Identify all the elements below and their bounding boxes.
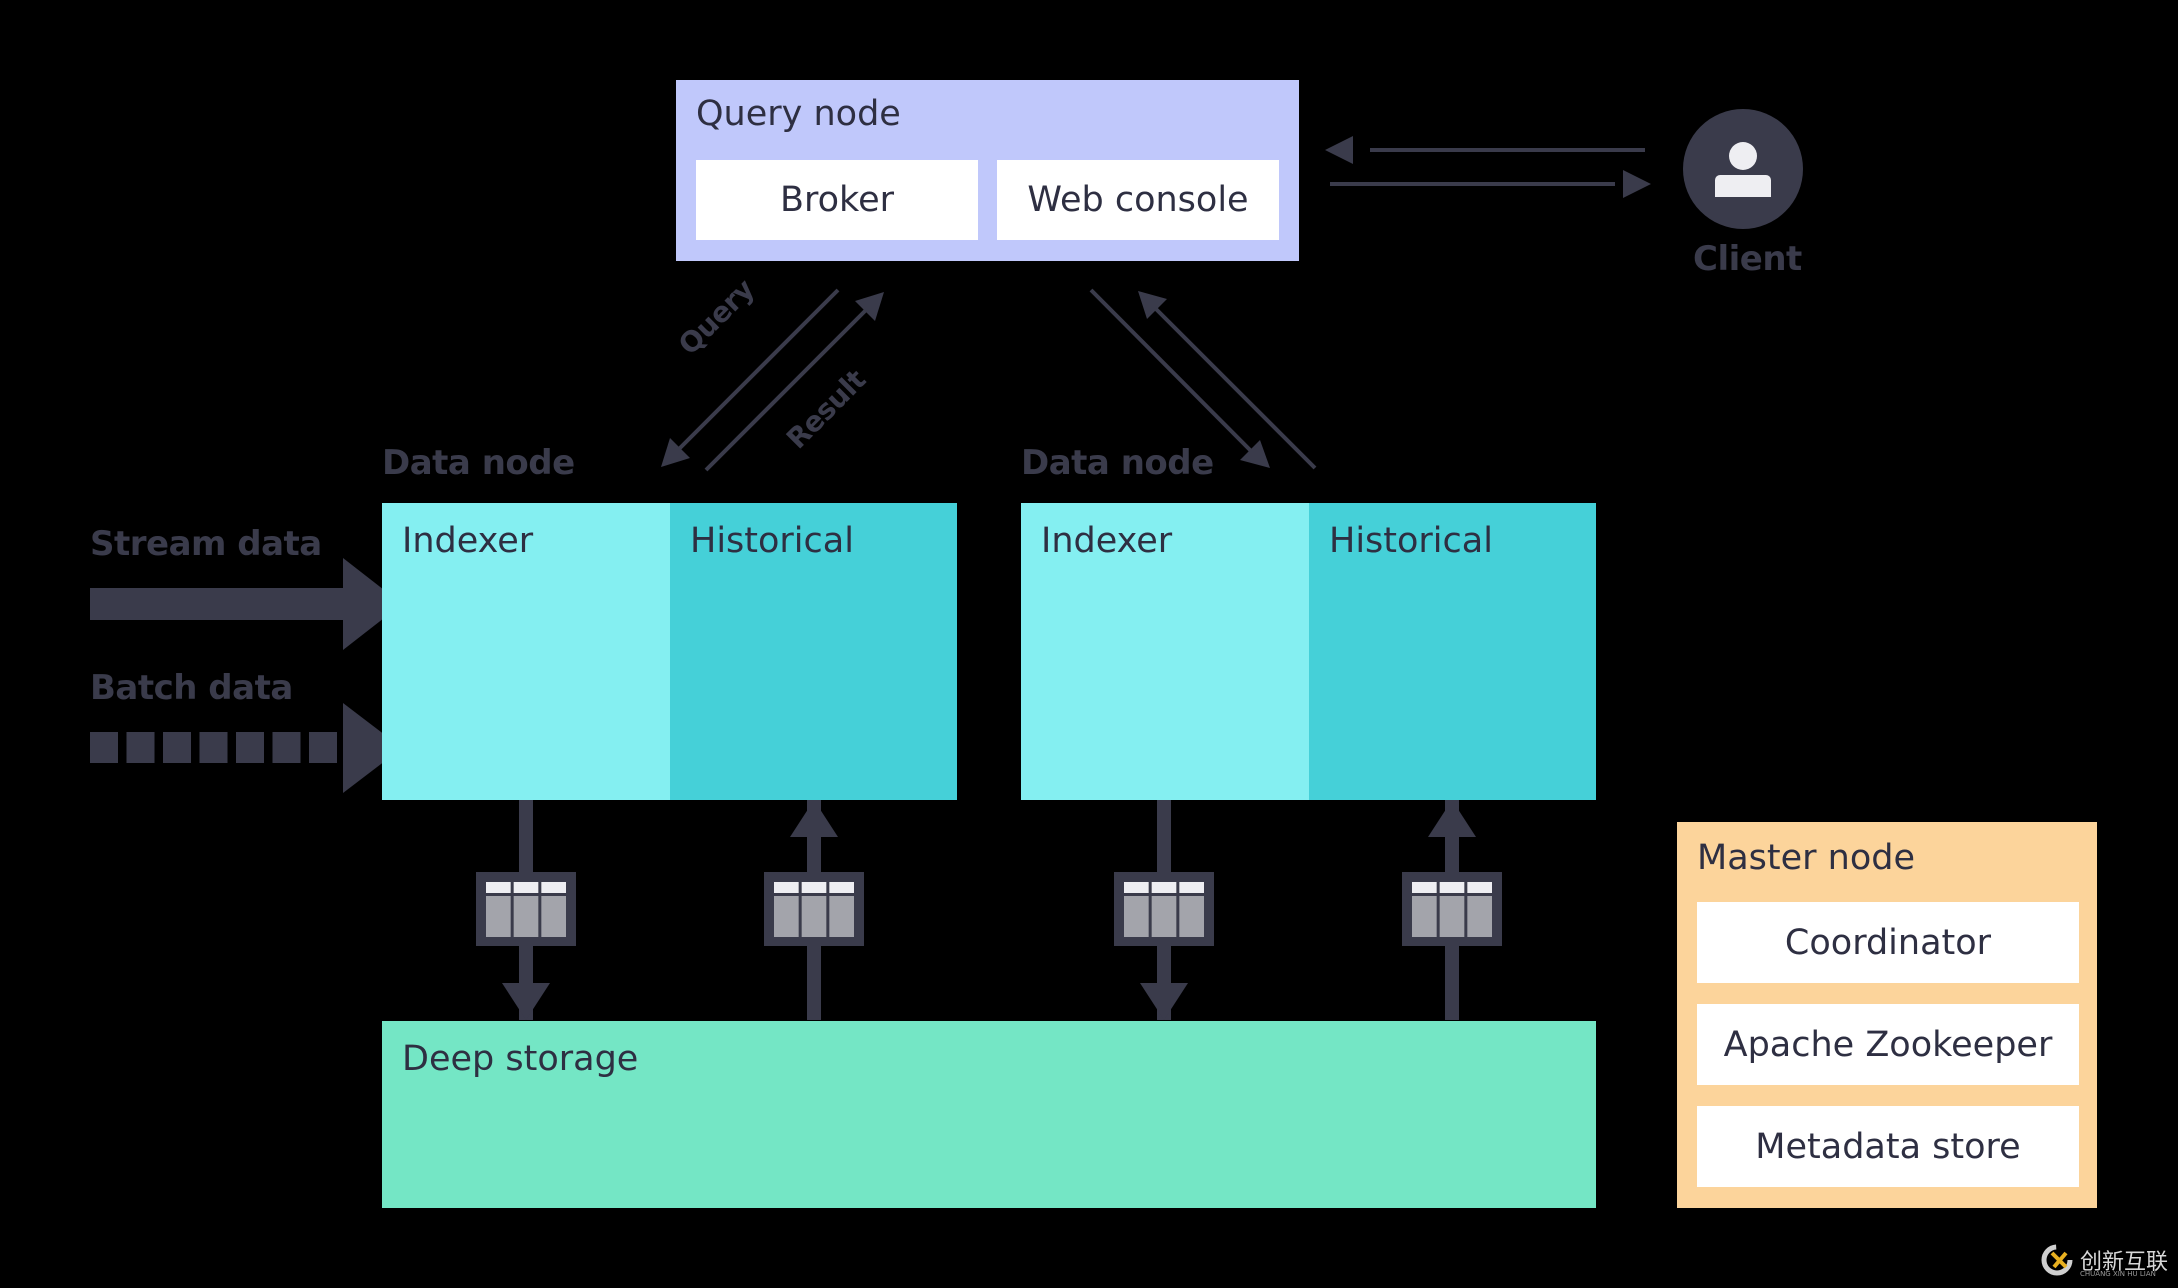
handoff-segment-header	[513, 882, 539, 893]
handoff-segment-header	[541, 882, 566, 893]
handoff-segment-header	[774, 882, 799, 893]
publish-arrowhead	[502, 983, 550, 1020]
user-icon	[1715, 142, 1771, 197]
data-node-2-historical: Historical	[1309, 503, 1596, 800]
query-arrow-2-line	[1089, 288, 1257, 457]
handoff-segment-column	[1467, 896, 1492, 937]
batch-data-block	[199, 732, 228, 763]
query-to-client-arrowhead	[1623, 170, 1651, 198]
data-node-2-indexer: Indexer	[1021, 503, 1309, 800]
indexer-title: Indexer	[1041, 521, 1173, 561]
handoff-segment-column	[1124, 896, 1149, 937]
handoff-segment-column	[829, 896, 854, 937]
handoff-segment-header	[829, 882, 854, 893]
data-node-1-indexer: Indexer	[382, 503, 670, 800]
handoff-segment-header	[1467, 882, 1492, 893]
indexer-title: Indexer	[402, 521, 534, 561]
master-node: Master node Coordinator Apache Zookeeper…	[1677, 822, 2097, 1208]
batch-data-block	[272, 732, 301, 763]
batch-data-label: Batch data	[90, 668, 293, 708]
watermark-subtext: CHUANG XIN HU LIAN	[2080, 1270, 2156, 1278]
zookeeper-box: Apache Zookeeper	[1697, 1004, 2079, 1085]
batch-data-block	[236, 732, 264, 763]
handoff-segment-column	[486, 896, 511, 937]
watermark: 创新互联 CHUANG XIN HU LIAN	[2040, 1243, 2168, 1278]
web-console-box: Web console	[997, 160, 1279, 240]
batch-data-block	[309, 732, 337, 763]
handoff-segment-header	[1179, 882, 1204, 893]
deep-storage-title: Deep storage	[402, 1039, 639, 1079]
handoff-segment-header	[1439, 882, 1465, 893]
stream-data-arrow-shaft	[90, 588, 343, 620]
handoff-segment-column	[1179, 896, 1204, 937]
data-node-2-title: Data node	[1021, 443, 1214, 483]
handoff-segment-column	[774, 896, 799, 937]
coordinator-box: Coordinator	[1697, 902, 2079, 983]
load-arrowhead	[790, 800, 838, 837]
handoff-segment-header	[1412, 882, 1437, 893]
broker-box: Broker	[696, 160, 978, 240]
handoff-segment-header	[1151, 882, 1177, 893]
client-label: Client	[1693, 239, 1802, 279]
handoff-segment-column	[541, 896, 566, 937]
stream-data-label: Stream data	[90, 524, 322, 564]
handoff-segment-header	[801, 882, 827, 893]
query-node-title: Query node	[696, 94, 901, 134]
client-avatar	[1683, 109, 1803, 229]
handoff-segment-column	[1151, 896, 1177, 937]
handoff-segment-header	[1124, 882, 1149, 893]
data-node-1-title: Data node	[382, 443, 575, 483]
query-node: Query node Broker Web console	[676, 80, 1299, 261]
handoff-segment-column	[1412, 896, 1437, 937]
client-to-query-arrowhead	[1325, 136, 1353, 164]
batch-data-block	[163, 732, 191, 763]
handoff-segment-column	[801, 896, 827, 937]
handoff-segment-column	[1439, 896, 1465, 937]
data-node-1-historical: Historical	[670, 503, 957, 800]
deep-storage: Deep storage	[382, 1021, 1596, 1208]
publish-arrowhead	[1140, 983, 1188, 1020]
metadata-store-box: Metadata store	[1697, 1106, 2079, 1187]
handoff-segment-header	[486, 882, 511, 893]
historical-title: Historical	[1329, 521, 1493, 561]
batch-data-block	[126, 732, 155, 763]
master-node-title: Master node	[1697, 838, 1915, 878]
batch-data-block	[90, 732, 118, 763]
handoff-segment-column	[513, 896, 539, 937]
load-arrowhead	[1428, 800, 1476, 837]
historical-title: Historical	[690, 521, 854, 561]
watermark-logo-icon	[2041, 1244, 2073, 1276]
